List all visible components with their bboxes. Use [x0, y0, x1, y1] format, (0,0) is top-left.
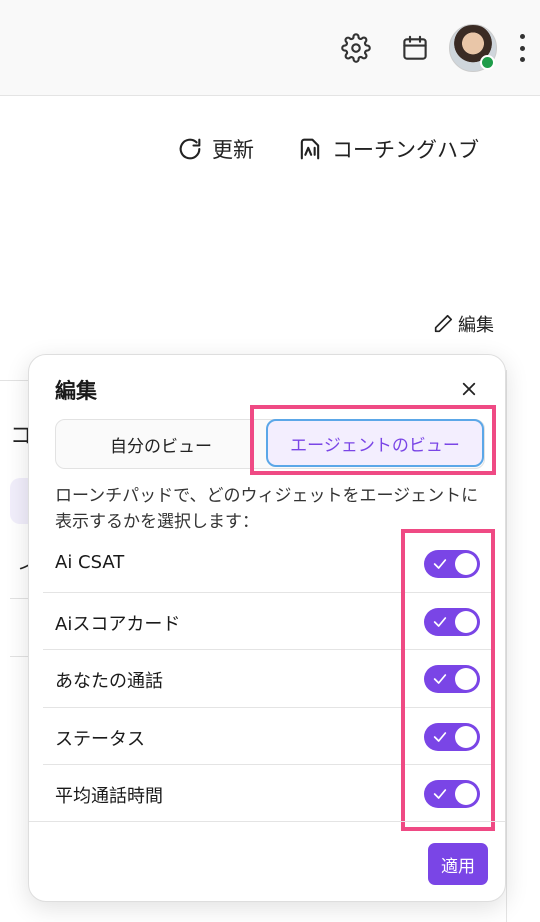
widget-label: ステータス: [55, 728, 145, 750]
highlight-box: [250, 405, 496, 475]
gear-icon[interactable]: [340, 30, 372, 66]
dialog-title: 編集: [55, 379, 97, 403]
pencil-icon: [434, 314, 453, 333]
refresh-icon: [179, 138, 201, 160]
refresh-label: 更新: [212, 138, 254, 162]
close-icon[interactable]: [457, 377, 481, 401]
background-divider: [506, 370, 507, 922]
apply-button[interactable]: 適用: [428, 843, 488, 885]
widget-label: 平均通話時間: [55, 786, 163, 807]
highlight-box: [401, 529, 495, 831]
online-status-indicator: [480, 55, 495, 70]
coaching-hub-icon: [300, 138, 320, 160]
background-card: [0, 380, 30, 860]
edit-label: 編集: [458, 315, 494, 336]
dialog-footer-divider: [29, 821, 505, 822]
top-bar: [0, 0, 540, 96]
edit-button[interactable]: 編集: [432, 311, 494, 337]
tab-my-view[interactable]: 自分のビュー: [56, 420, 266, 468]
calendar-icon[interactable]: [399, 30, 431, 66]
kebab-menu-icon[interactable]: [514, 34, 530, 62]
coaching-hub-button[interactable]: コーチングハブ: [296, 133, 479, 165]
refresh-button[interactable]: 更新: [176, 133, 254, 165]
dialog-description: ローンチパッドで、どのウィジェットをエージェントに表示するかを選択します：: [55, 486, 479, 532]
edit-widgets-dialog: 編集 自分のビュー エージェントのビュー ローンチパッドで、どのウィジェットをエ…: [28, 354, 506, 902]
widget-label: Ai CSAT: [55, 552, 125, 573]
coaching-hub-label: コーチングハブ: [332, 138, 479, 162]
widget-label: Aiスコアカード: [55, 613, 181, 635]
widget-label: あなたの通話: [55, 671, 163, 692]
